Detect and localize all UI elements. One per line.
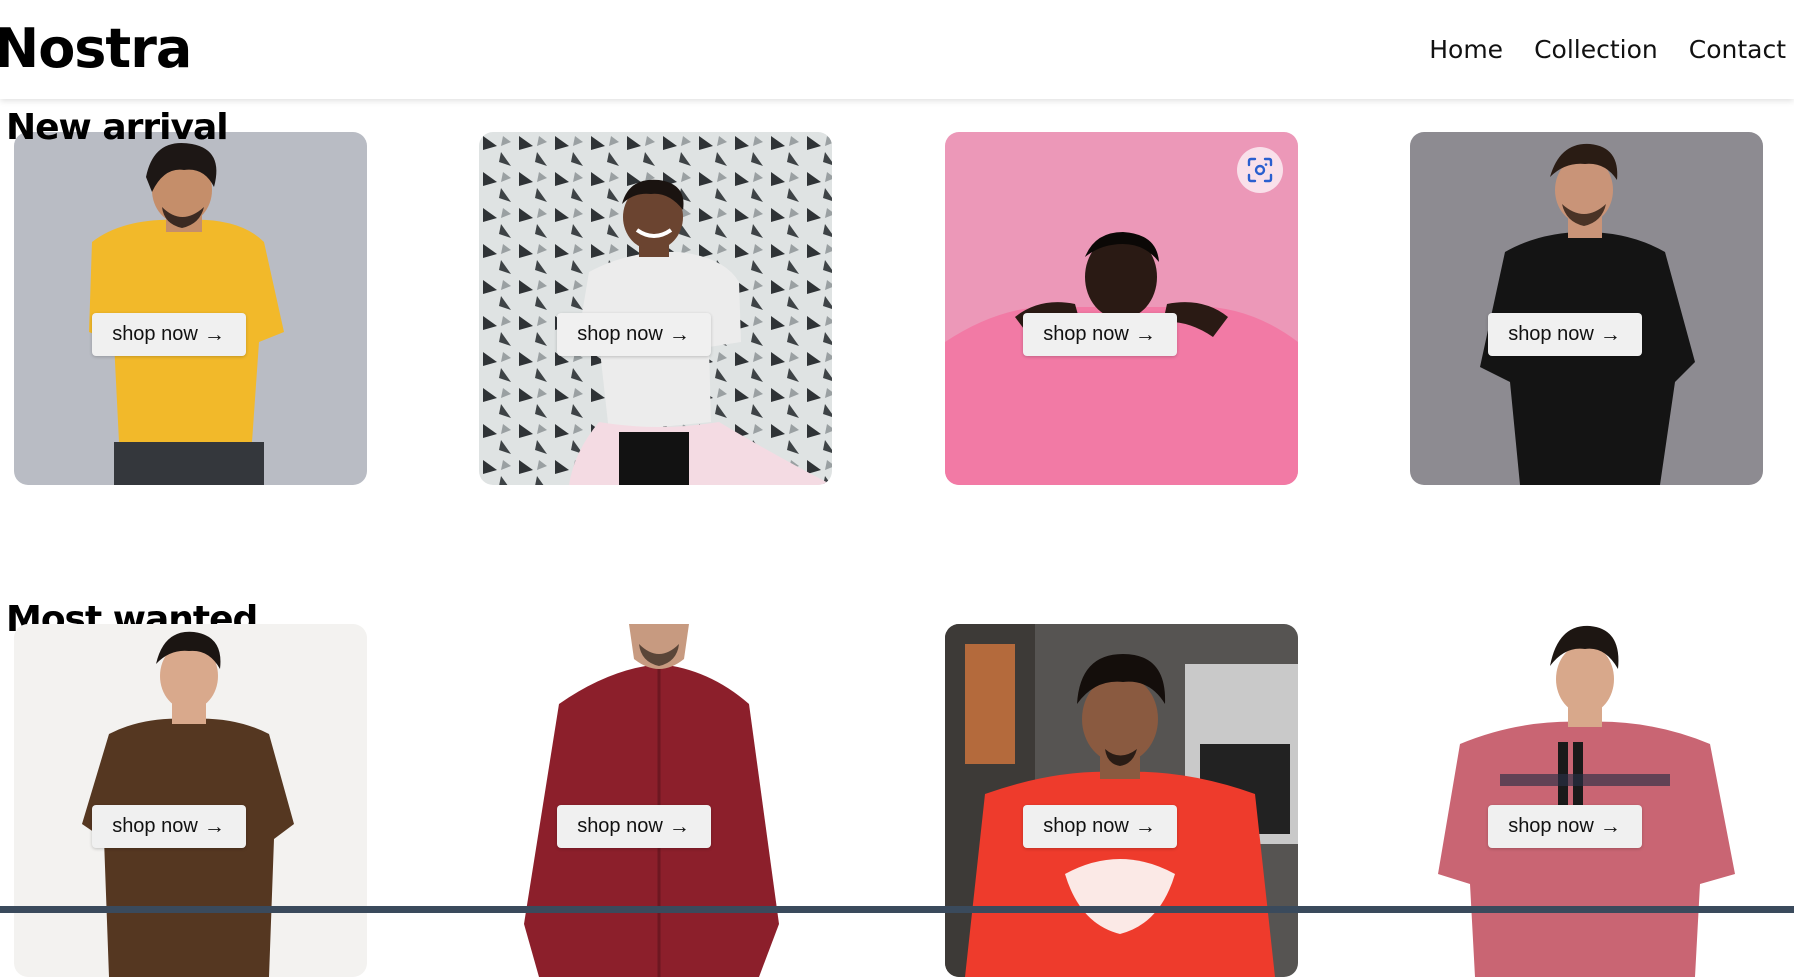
arrow-right-icon: →: [1134, 815, 1156, 838]
product-image: [14, 624, 367, 977]
shop-now-label: shop now: [577, 815, 663, 837]
shop-now-button[interactable]: shop now →: [1487, 313, 1642, 356]
shop-now-label: shop now: [1508, 815, 1594, 837]
arrow-right-icon: →: [1599, 815, 1621, 838]
shop-now-label: shop now: [112, 323, 198, 345]
shop-now-label: shop now: [1043, 815, 1129, 837]
brand-logo[interactable]: Nostra: [0, 18, 192, 80]
product-image: [945, 624, 1298, 977]
product-card[interactable]: shop now →: [479, 624, 832, 977]
nav-home[interactable]: Home: [1429, 34, 1503, 66]
arrow-right-icon: →: [668, 815, 690, 838]
product-card[interactable]: shop now →: [945, 132, 1298, 485]
arrow-right-icon: →: [203, 323, 225, 346]
shop-now-button[interactable]: shop now →: [1022, 313, 1177, 356]
product-image: [14, 132, 367, 485]
shop-now-button[interactable]: shop now →: [91, 313, 246, 356]
shop-now-button[interactable]: shop now →: [91, 805, 246, 848]
shop-now-button[interactable]: shop now →: [1022, 805, 1177, 848]
arrow-right-icon: →: [203, 815, 225, 838]
main-nav: Home Collection Contact: [1429, 34, 1786, 66]
product-card[interactable]: shop now →: [479, 132, 832, 485]
lens-search-icon[interactable]: [1237, 147, 1283, 193]
arrow-right-icon: →: [1599, 323, 1621, 346]
bottom-bar: [0, 906, 1794, 913]
product-image: [479, 132, 832, 485]
shop-now-label: shop now: [112, 815, 198, 837]
shop-now-label: shop now: [577, 323, 663, 345]
nav-contact[interactable]: Contact: [1689, 34, 1786, 66]
product-card[interactable]: shop now →: [14, 132, 367, 485]
shop-now-button[interactable]: shop now →: [1487, 805, 1642, 848]
product-card[interactable]: shop now →: [1410, 132, 1763, 485]
product-card[interactable]: shop now →: [1410, 624, 1763, 977]
shop-now-button[interactable]: shop now →: [556, 805, 711, 848]
product-card[interactable]: shop now →: [14, 624, 367, 977]
product-image: [479, 624, 832, 977]
product-image: [1410, 132, 1763, 485]
nav-collection[interactable]: Collection: [1534, 34, 1658, 66]
site-header: Nostra Home Collection Contact: [0, 0, 1794, 99]
shop-now-button[interactable]: shop now →: [556, 313, 711, 356]
product-card[interactable]: shop now →: [945, 624, 1298, 977]
product-image: [1410, 624, 1763, 977]
shop-now-label: shop now: [1508, 323, 1594, 345]
shop-now-label: shop now: [1043, 323, 1129, 345]
arrow-right-icon: →: [1134, 323, 1156, 346]
new-arrival-title: New arrival: [6, 106, 229, 148]
arrow-right-icon: →: [668, 323, 690, 346]
